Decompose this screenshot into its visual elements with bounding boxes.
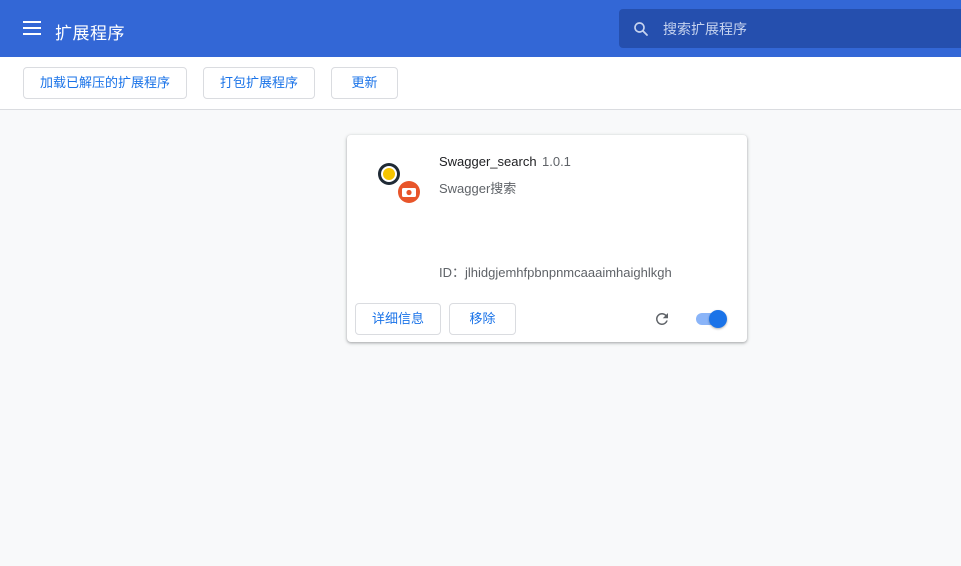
remove-button[interactable]: 移除 [449, 303, 516, 335]
enable-toggle[interactable] [695, 310, 729, 328]
extension-card: Swagger_search 1.0.1 Swagger搜索 ID：jlhidg… [347, 135, 747, 342]
header-bar: 扩展程序 [0, 0, 961, 57]
extension-id: ID：jlhidgjemhfpbnpnmcaaaimhaighlkgh [439, 265, 672, 280]
details-button[interactable]: 详细信息 [355, 303, 441, 335]
extension-description: Swagger搜索 [439, 181, 517, 196]
toggle-knob [709, 310, 727, 328]
page-title: 扩展程序 [55, 24, 125, 43]
search-input[interactable] [663, 9, 953, 48]
extension-logo-icon [378, 163, 420, 203]
update-button[interactable]: 更新 [331, 67, 398, 99]
extension-version: 1.0.1 [542, 154, 571, 169]
extension-name: Swagger_search [439, 154, 537, 169]
reload-icon[interactable] [653, 310, 671, 328]
menu-icon[interactable] [23, 20, 41, 36]
search-icon [634, 22, 648, 36]
load-unpacked-button[interactable]: 加载已解压的扩展程序 [23, 67, 187, 99]
search-box[interactable] [619, 9, 961, 48]
dev-toolbar: 加载已解压的扩展程序 打包扩展程序 更新 [0, 57, 961, 110]
pack-extension-button[interactable]: 打包扩展程序 [203, 67, 315, 99]
